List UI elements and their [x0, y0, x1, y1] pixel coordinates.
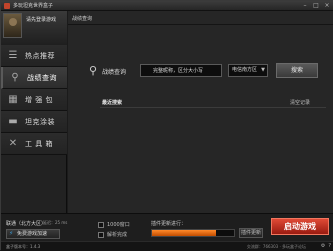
- divider: [68, 24, 333, 25]
- minimize-button[interactable]: –: [301, 2, 309, 9]
- speed-up-label: 免费游戏加速: [17, 231, 48, 237]
- main-panel: 战绩查询 ⚲ 战绩查询 ⚲ 电信南方区 ▼ 搜索 最近搜索 清空记录: [68, 11, 333, 229]
- search-button[interactable]: 搜索: [276, 63, 318, 78]
- server-label: 联通（北方大区）: [6, 221, 47, 227]
- footer-icons: ⚙ ?: [321, 243, 331, 249]
- stats-search-icon: ⚲: [88, 64, 98, 77]
- checkbox[interactable]: [98, 231, 104, 238]
- sidebar-item-label: 坦克涂装: [25, 117, 55, 126]
- contact-label: 交流群：766303 · 多玩盒子论坛: [246, 244, 306, 249]
- search-area: ⚲ 战绩查询 ⚲ 电信南方区 ▼ 搜索: [86, 63, 331, 79]
- sidebar-item-label: 热点推荐: [25, 51, 55, 60]
- gear-icon[interactable]: ⚙: [321, 243, 325, 249]
- lightning-icon: ⚡: [9, 230, 14, 237]
- clear-history-link[interactable]: 清空记录: [290, 99, 310, 106]
- sidebar: 请先登录游戏 ☰ 热点推荐 ⚲ 战绩查询 ▦ 增 强 包 ▬ 坦克涂装 ✕ 工 …: [1, 11, 67, 229]
- chevron-down-icon: ▼: [261, 67, 265, 73]
- login-link[interactable]: 请先登录游戏: [26, 16, 56, 23]
- tab-stats[interactable]: 战绩查询: [72, 15, 92, 22]
- checkbox[interactable]: [98, 221, 104, 228]
- sidebar-item-stats[interactable]: ⚲ 战绩查询: [1, 67, 67, 89]
- launch-game-button[interactable]: 启动游戏: [271, 218, 329, 235]
- sidebar-item-pack[interactable]: ▦ 增 强 包: [1, 89, 67, 111]
- update-progress-bar: [151, 229, 235, 237]
- recent-search-label: 最近搜索: [102, 100, 123, 106]
- version-label: 盒子版本号：1.4.3: [6, 244, 41, 249]
- title-bar[interactable]: 多玩坦克世界盒子 – □ ×: [1, 1, 333, 11]
- flame-icon: ☰: [8, 49, 18, 61]
- divider: [100, 107, 326, 108]
- progress-fill: [152, 230, 216, 236]
- sidebar-item-skins[interactable]: ▬ 坦克涂装: [1, 111, 67, 133]
- plugin-update-button[interactable]: 插件更新: [239, 228, 263, 238]
- profile-panel: 请先登录游戏: [1, 11, 67, 45]
- sidebar-item-label: 战绩查询: [27, 73, 57, 82]
- checkbox-window[interactable]: 1000窗口: [98, 221, 130, 228]
- close-button[interactable]: ×: [323, 2, 331, 9]
- region-value: 电信南方区: [232, 67, 258, 73]
- box-icon: ▦: [8, 93, 18, 105]
- region-select[interactable]: 电信南方区 ▼: [228, 64, 268, 77]
- server-latency: 延迟：25 ms: [43, 220, 68, 225]
- player-name-input[interactable]: [140, 64, 222, 77]
- window-title: 多玩坦克世界盒子: [13, 3, 54, 9]
- help-icon[interactable]: ?: [328, 243, 331, 249]
- update-progress-label: 插件更新进行：: [151, 221, 187, 227]
- maximize-button[interactable]: □: [312, 2, 320, 9]
- checkbox-label: 1000窗口: [107, 222, 130, 228]
- search-icon: ⚲: [11, 71, 19, 83]
- search-label: 战绩查询: [102, 69, 127, 76]
- checkbox-label: 解析完成: [107, 232, 128, 238]
- sidebar-item-label: 增 强 包: [25, 95, 53, 104]
- app-window: 多玩坦克世界盒子 – □ × 请先登录游戏 ☰ 热点推荐 ⚲ 战绩查询 ▦ 增 …: [0, 0, 333, 251]
- sidebar-item-hot[interactable]: ☰ 热点推荐: [1, 45, 67, 67]
- sidebar-item-label: 工 具 箱: [25, 139, 53, 148]
- tools-icon: ✕: [8, 137, 18, 149]
- speed-up-button[interactable]: ⚡ 免费游戏加速: [6, 229, 60, 239]
- avatar[interactable]: [3, 13, 22, 38]
- tank-icon: ▬: [8, 115, 18, 127]
- app-logo-icon: [4, 3, 10, 9]
- sidebar-item-tools[interactable]: ✕ 工 具 箱: [1, 133, 67, 155]
- checkbox-auto[interactable]: 解析完成: [98, 231, 127, 238]
- window-controls: – □ ×: [301, 2, 331, 9]
